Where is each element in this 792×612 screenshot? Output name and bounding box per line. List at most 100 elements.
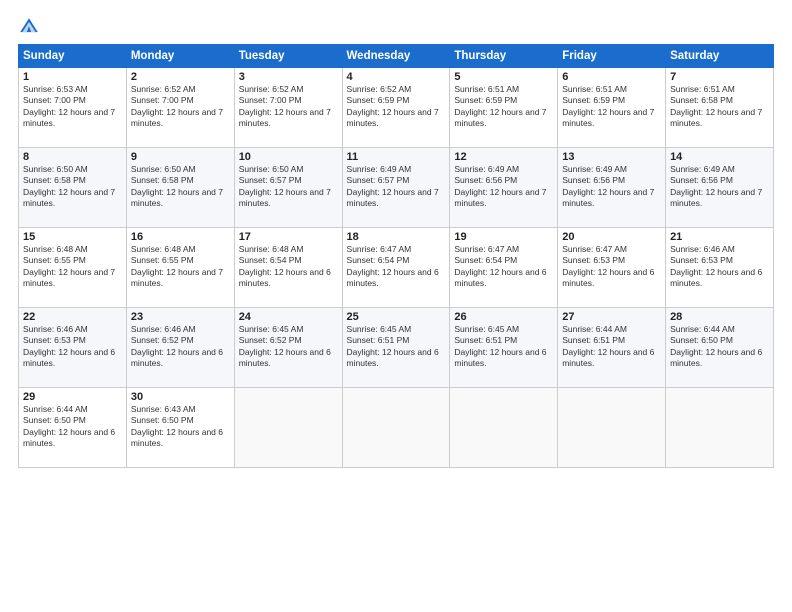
day-detail: Sunrise: 6:52 AM Sunset: 6:59 PM Dayligh… (347, 84, 446, 130)
day-number: 28 (670, 311, 769, 323)
calendar-cell: 2 Sunrise: 6:52 AM Sunset: 7:00 PM Dayli… (126, 68, 234, 148)
calendar-cell: 8 Sunrise: 6:50 AM Sunset: 6:58 PM Dayli… (19, 148, 127, 228)
day-detail: Sunrise: 6:44 AM Sunset: 6:50 PM Dayligh… (670, 324, 769, 370)
calendar-week-5: 29 Sunrise: 6:44 AM Sunset: 6:50 PM Dayl… (19, 388, 774, 468)
calendar-table: SundayMondayTuesdayWednesdayThursdayFrid… (18, 44, 774, 468)
calendar-cell: 28 Sunrise: 6:44 AM Sunset: 6:50 PM Dayl… (666, 308, 774, 388)
day-detail: Sunrise: 6:51 AM Sunset: 6:59 PM Dayligh… (454, 84, 553, 130)
day-number: 27 (562, 311, 661, 323)
day-detail: Sunrise: 6:51 AM Sunset: 6:59 PM Dayligh… (562, 84, 661, 130)
col-header-wednesday: Wednesday (342, 45, 450, 68)
calendar-cell: 14 Sunrise: 6:49 AM Sunset: 6:56 PM Dayl… (666, 148, 774, 228)
calendar-cell: 24 Sunrise: 6:45 AM Sunset: 6:52 PM Dayl… (234, 308, 342, 388)
day-detail: Sunrise: 6:50 AM Sunset: 6:58 PM Dayligh… (131, 164, 230, 210)
logo-icon (18, 16, 40, 38)
day-number: 29 (23, 391, 122, 403)
day-number: 6 (562, 71, 661, 83)
day-number: 21 (670, 231, 769, 243)
calendar-cell: 11 Sunrise: 6:49 AM Sunset: 6:57 PM Dayl… (342, 148, 450, 228)
calendar-week-4: 22 Sunrise: 6:46 AM Sunset: 6:53 PM Dayl… (19, 308, 774, 388)
day-detail: Sunrise: 6:53 AM Sunset: 7:00 PM Dayligh… (23, 84, 122, 130)
day-detail: Sunrise: 6:47 AM Sunset: 6:53 PM Dayligh… (562, 244, 661, 290)
day-detail: Sunrise: 6:44 AM Sunset: 6:51 PM Dayligh… (562, 324, 661, 370)
day-number: 14 (670, 151, 769, 163)
day-detail: Sunrise: 6:47 AM Sunset: 6:54 PM Dayligh… (454, 244, 553, 290)
calendar-week-3: 15 Sunrise: 6:48 AM Sunset: 6:55 PM Dayl… (19, 228, 774, 308)
day-number: 25 (347, 311, 446, 323)
calendar-cell: 10 Sunrise: 6:50 AM Sunset: 6:57 PM Dayl… (234, 148, 342, 228)
day-number: 8 (23, 151, 122, 163)
calendar-cell: 19 Sunrise: 6:47 AM Sunset: 6:54 PM Dayl… (450, 228, 558, 308)
day-number: 17 (239, 231, 338, 243)
calendar-cell (342, 388, 450, 468)
day-number: 15 (23, 231, 122, 243)
calendar-cell (450, 388, 558, 468)
day-number: 19 (454, 231, 553, 243)
day-detail: Sunrise: 6:46 AM Sunset: 6:52 PM Dayligh… (131, 324, 230, 370)
day-number: 20 (562, 231, 661, 243)
day-number: 3 (239, 71, 338, 83)
col-header-saturday: Saturday (666, 45, 774, 68)
day-detail: Sunrise: 6:45 AM Sunset: 6:52 PM Dayligh… (239, 324, 338, 370)
day-detail: Sunrise: 6:43 AM Sunset: 6:50 PM Dayligh… (131, 404, 230, 450)
calendar-cell: 4 Sunrise: 6:52 AM Sunset: 6:59 PM Dayli… (342, 68, 450, 148)
calendar-cell: 13 Sunrise: 6:49 AM Sunset: 6:56 PM Dayl… (558, 148, 666, 228)
day-number: 5 (454, 71, 553, 83)
day-detail: Sunrise: 6:48 AM Sunset: 6:55 PM Dayligh… (131, 244, 230, 290)
day-detail: Sunrise: 6:48 AM Sunset: 6:55 PM Dayligh… (23, 244, 122, 290)
calendar-cell: 30 Sunrise: 6:43 AM Sunset: 6:50 PM Dayl… (126, 388, 234, 468)
day-detail: Sunrise: 6:51 AM Sunset: 6:58 PM Dayligh… (670, 84, 769, 130)
day-number: 4 (347, 71, 446, 83)
day-number: 2 (131, 71, 230, 83)
day-number: 24 (239, 311, 338, 323)
col-header-tuesday: Tuesday (234, 45, 342, 68)
logo (18, 16, 44, 38)
day-number: 9 (131, 151, 230, 163)
calendar-cell: 12 Sunrise: 6:49 AM Sunset: 6:56 PM Dayl… (450, 148, 558, 228)
calendar-cell: 27 Sunrise: 6:44 AM Sunset: 6:51 PM Dayl… (558, 308, 666, 388)
calendar-cell: 7 Sunrise: 6:51 AM Sunset: 6:58 PM Dayli… (666, 68, 774, 148)
day-detail: Sunrise: 6:46 AM Sunset: 6:53 PM Dayligh… (670, 244, 769, 290)
calendar-cell: 21 Sunrise: 6:46 AM Sunset: 6:53 PM Dayl… (666, 228, 774, 308)
day-detail: Sunrise: 6:45 AM Sunset: 6:51 PM Dayligh… (454, 324, 553, 370)
day-number: 1 (23, 71, 122, 83)
col-header-friday: Friday (558, 45, 666, 68)
col-header-thursday: Thursday (450, 45, 558, 68)
calendar-cell: 9 Sunrise: 6:50 AM Sunset: 6:58 PM Dayli… (126, 148, 234, 228)
day-number: 7 (670, 71, 769, 83)
calendar-cell: 18 Sunrise: 6:47 AM Sunset: 6:54 PM Dayl… (342, 228, 450, 308)
day-number: 13 (562, 151, 661, 163)
calendar-cell: 20 Sunrise: 6:47 AM Sunset: 6:53 PM Dayl… (558, 228, 666, 308)
day-number: 18 (347, 231, 446, 243)
calendar-cell: 22 Sunrise: 6:46 AM Sunset: 6:53 PM Dayl… (19, 308, 127, 388)
day-detail: Sunrise: 6:46 AM Sunset: 6:53 PM Dayligh… (23, 324, 122, 370)
day-detail: Sunrise: 6:50 AM Sunset: 6:58 PM Dayligh… (23, 164, 122, 210)
calendar-week-2: 8 Sunrise: 6:50 AM Sunset: 6:58 PM Dayli… (19, 148, 774, 228)
calendar-cell: 26 Sunrise: 6:45 AM Sunset: 6:51 PM Dayl… (450, 308, 558, 388)
calendar-cell: 15 Sunrise: 6:48 AM Sunset: 6:55 PM Dayl… (19, 228, 127, 308)
day-detail: Sunrise: 6:49 AM Sunset: 6:56 PM Dayligh… (670, 164, 769, 210)
day-number: 22 (23, 311, 122, 323)
day-number: 26 (454, 311, 553, 323)
col-header-monday: Monday (126, 45, 234, 68)
calendar-cell: 23 Sunrise: 6:46 AM Sunset: 6:52 PM Dayl… (126, 308, 234, 388)
day-number: 10 (239, 151, 338, 163)
day-number: 23 (131, 311, 230, 323)
day-detail: Sunrise: 6:52 AM Sunset: 7:00 PM Dayligh… (239, 84, 338, 130)
day-detail: Sunrise: 6:48 AM Sunset: 6:54 PM Dayligh… (239, 244, 338, 290)
day-detail: Sunrise: 6:52 AM Sunset: 7:00 PM Dayligh… (131, 84, 230, 130)
calendar-cell: 3 Sunrise: 6:52 AM Sunset: 7:00 PM Dayli… (234, 68, 342, 148)
day-detail: Sunrise: 6:49 AM Sunset: 6:56 PM Dayligh… (454, 164, 553, 210)
col-header-sunday: Sunday (19, 45, 127, 68)
day-number: 30 (131, 391, 230, 403)
day-number: 16 (131, 231, 230, 243)
day-detail: Sunrise: 6:49 AM Sunset: 6:56 PM Dayligh… (562, 164, 661, 210)
calendar-cell: 6 Sunrise: 6:51 AM Sunset: 6:59 PM Dayli… (558, 68, 666, 148)
calendar-cell: 17 Sunrise: 6:48 AM Sunset: 6:54 PM Dayl… (234, 228, 342, 308)
calendar-week-1: 1 Sunrise: 6:53 AM Sunset: 7:00 PM Dayli… (19, 68, 774, 148)
calendar-cell: 1 Sunrise: 6:53 AM Sunset: 7:00 PM Dayli… (19, 68, 127, 148)
calendar-cell: 25 Sunrise: 6:45 AM Sunset: 6:51 PM Dayl… (342, 308, 450, 388)
day-number: 11 (347, 151, 446, 163)
calendar-cell: 29 Sunrise: 6:44 AM Sunset: 6:50 PM Dayl… (19, 388, 127, 468)
calendar-cell (234, 388, 342, 468)
